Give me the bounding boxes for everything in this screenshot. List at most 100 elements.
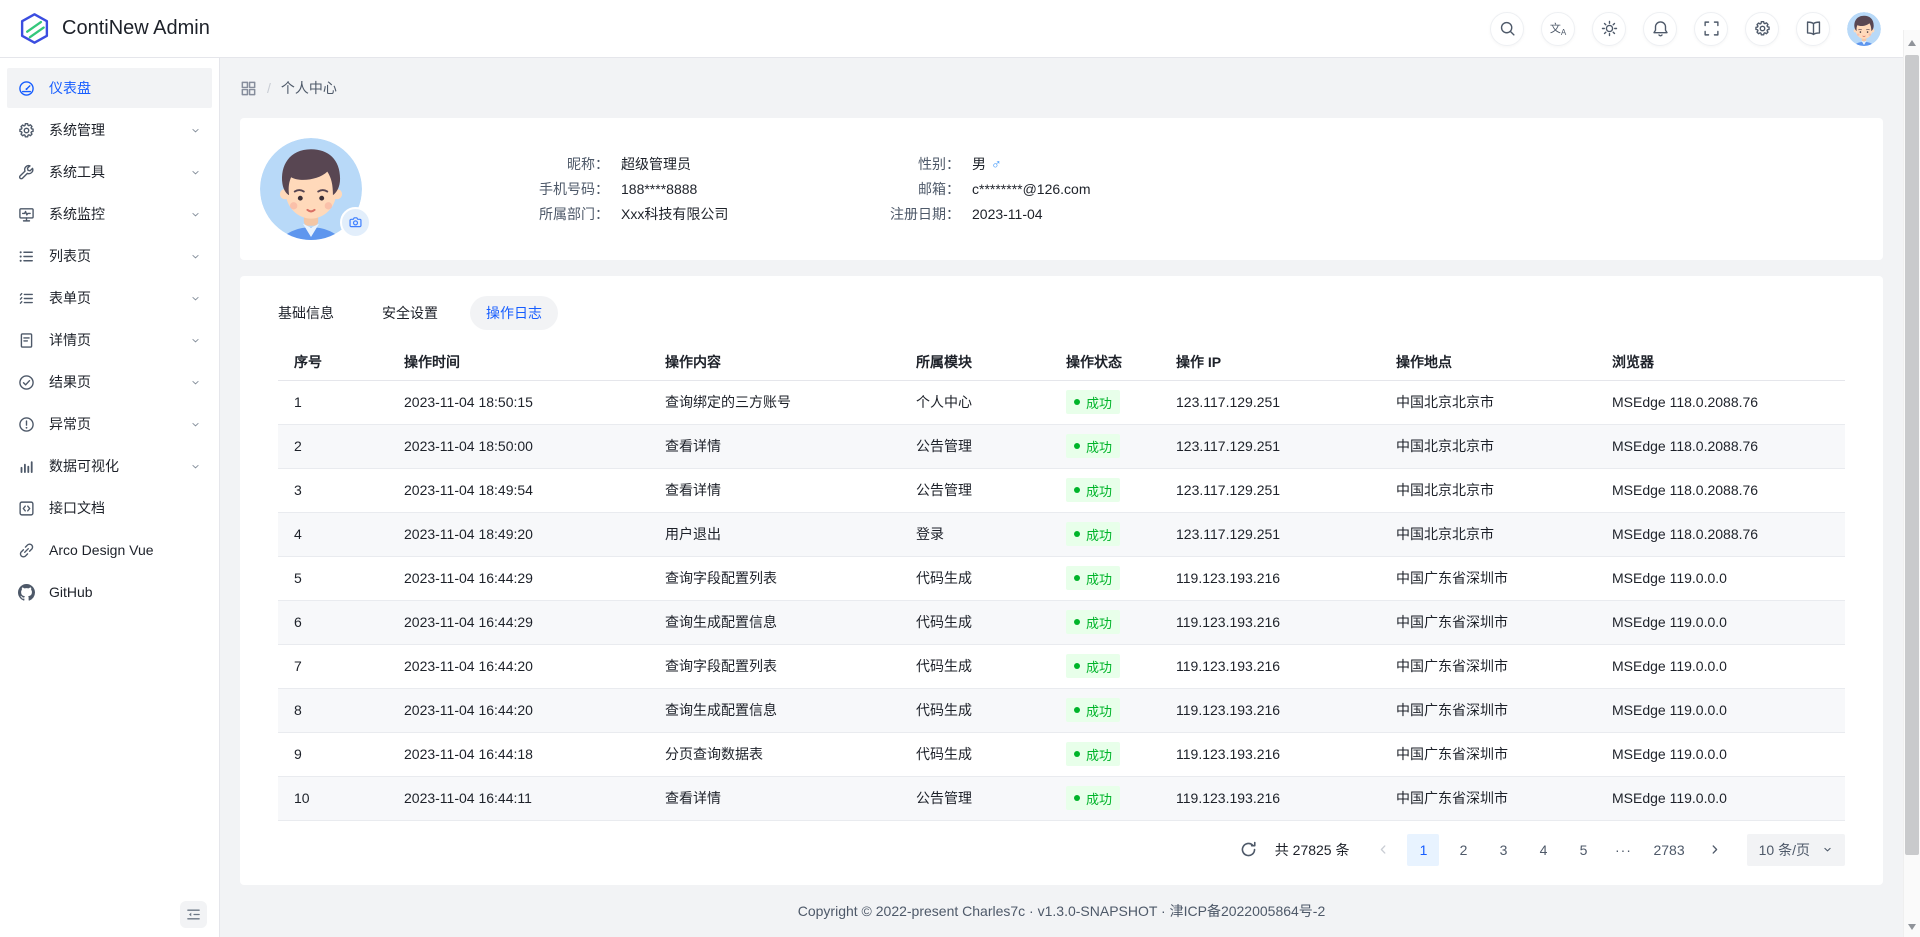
chevron-down-icon bbox=[190, 461, 201, 472]
scrollbar-down-arrow[interactable] bbox=[1904, 918, 1920, 935]
field-value: 2023-11-04 bbox=[972, 204, 1043, 224]
cell-module: 公告管理 bbox=[900, 424, 1050, 468]
change-avatar-button[interactable] bbox=[340, 207, 371, 238]
sidebar-item-5[interactable]: 表单页 bbox=[7, 278, 212, 318]
status-badge: 成功 bbox=[1066, 390, 1120, 414]
page-button-2[interactable]: 2 bbox=[1447, 834, 1479, 866]
page-footer: Copyright © 2022-present Charles7c · v1.… bbox=[240, 885, 1883, 937]
apps-icon[interactable] bbox=[240, 80, 257, 97]
gear-icon bbox=[1754, 20, 1771, 37]
api-doc-icon bbox=[18, 500, 35, 517]
table-header-row: 序号操作时间操作内容所属模块操作状态操作 IP操作地点浏览器 bbox=[278, 344, 1845, 380]
sidebar-item-12[interactable]: GitHub bbox=[7, 572, 212, 612]
page-button-2783[interactable]: 2783 bbox=[1647, 834, 1690, 866]
status-dot-icon bbox=[1074, 443, 1080, 449]
field-value: 超级管理员 bbox=[621, 154, 691, 174]
sidebar-collapse-button[interactable] bbox=[180, 901, 207, 928]
cell-time: 2023-11-04 18:50:00 bbox=[388, 424, 649, 468]
profile-tabs: 基础信息安全设置操作日志 bbox=[262, 296, 1845, 330]
pagination: 共 27825 条 12345···2783 10 条/页 bbox=[278, 834, 1845, 866]
field-value: 188****8888 bbox=[621, 179, 697, 199]
search-button[interactable] bbox=[1490, 12, 1524, 46]
tab-2[interactable]: 操作日志 bbox=[470, 296, 558, 330]
sidebar-item-4[interactable]: 列表页 bbox=[7, 236, 212, 276]
scrollbar-up-arrow[interactable] bbox=[1904, 34, 1920, 51]
status-dot-icon bbox=[1074, 707, 1080, 713]
cell-time: 2023-11-04 18:49:20 bbox=[388, 512, 649, 556]
tab-1[interactable]: 安全设置 bbox=[366, 296, 454, 330]
cell-ip: 119.123.193.216 bbox=[1160, 644, 1380, 688]
cell-browser: MSEdge 119.0.0.0 bbox=[1596, 688, 1845, 732]
cell-ip: 123.117.129.251 bbox=[1160, 424, 1380, 468]
cell-status: 成功 bbox=[1050, 688, 1160, 732]
prev-page-button[interactable] bbox=[1367, 834, 1399, 866]
copyright-text: Copyright © 2022-present Charles7c · v1.… bbox=[798, 901, 1326, 921]
link-icon bbox=[18, 542, 35, 559]
sidebar-item-11[interactable]: Arco Design Vue bbox=[7, 530, 212, 570]
scrollbar-track[interactable] bbox=[1903, 30, 1920, 937]
docs-button[interactable] bbox=[1796, 12, 1830, 46]
next-page-button[interactable] bbox=[1699, 834, 1731, 866]
page-size-select[interactable]: 10 条/页 bbox=[1747, 834, 1845, 866]
locale-button[interactable]: 文A bbox=[1541, 12, 1575, 46]
sidebar-item-8[interactable]: 异常页 bbox=[7, 404, 212, 444]
profile-field: 性别：男♂ bbox=[820, 154, 1091, 174]
cell-location: 中国广东省深圳市 bbox=[1380, 644, 1596, 688]
chevron-down-icon bbox=[190, 293, 201, 304]
sidebar-item-2[interactable]: 系统工具 bbox=[7, 152, 212, 192]
page-button-4[interactable]: 4 bbox=[1527, 834, 1559, 866]
window-scrollbar[interactable] bbox=[1903, 0, 1920, 937]
sidebar-item-6[interactable]: 详情页 bbox=[7, 320, 212, 360]
sidebar-item-0[interactable]: 仪表盘 bbox=[7, 68, 212, 108]
cell-module: 代码生成 bbox=[900, 732, 1050, 776]
cell-index: 5 bbox=[278, 556, 388, 600]
user-avatar[interactable] bbox=[1847, 12, 1881, 46]
column-header: 操作状态 bbox=[1050, 344, 1160, 380]
tab-0[interactable]: 基础信息 bbox=[262, 296, 350, 330]
status-dot-icon bbox=[1074, 619, 1080, 625]
field-label: 注册日期： bbox=[820, 204, 960, 224]
search-icon bbox=[1499, 20, 1516, 37]
fullscreen-button[interactable] bbox=[1694, 12, 1728, 46]
sidebar-item-label: 系统监控 bbox=[49, 204, 190, 224]
refresh-button[interactable] bbox=[1233, 834, 1265, 866]
sidebar-item-3[interactable]: 系统监控 bbox=[7, 194, 212, 234]
status-badge: 成功 bbox=[1066, 698, 1120, 722]
cell-content: 查询字段配置列表 bbox=[649, 556, 900, 600]
sidebar-item-9[interactable]: 数据可视化 bbox=[7, 446, 212, 486]
sidebar-item-10[interactable]: 接口文档 bbox=[7, 488, 212, 528]
sidebar-item-label: Arco Design Vue bbox=[49, 542, 201, 558]
cell-ip: 119.123.193.216 bbox=[1160, 556, 1380, 600]
page-button-5[interactable]: 5 bbox=[1567, 834, 1599, 866]
app-logo[interactable]: ContiNew Admin bbox=[18, 12, 210, 45]
exception-icon bbox=[18, 416, 35, 433]
sidebar-item-7[interactable]: 结果页 bbox=[7, 362, 212, 402]
page-button-1[interactable]: 1 bbox=[1407, 834, 1439, 866]
page-button-3[interactable]: 3 bbox=[1487, 834, 1519, 866]
page-ellipsis[interactable]: ··· bbox=[1607, 834, 1639, 866]
sidebar-item-label: 系统工具 bbox=[49, 162, 190, 182]
main-content: / 个人中心 昵称： bbox=[220, 58, 1903, 937]
app-header: ContiNew Admin 文A bbox=[0, 0, 1903, 58]
dashboard-icon bbox=[18, 80, 35, 97]
field-value: Xxx科技有限公司 bbox=[621, 204, 728, 224]
breadcrumb: / 个人中心 bbox=[240, 58, 1883, 118]
breadcrumb-current: 个人中心 bbox=[281, 78, 337, 98]
notifications-button[interactable] bbox=[1643, 12, 1677, 46]
cell-location: 中国广东省深圳市 bbox=[1380, 688, 1596, 732]
profile-avatar bbox=[260, 138, 362, 240]
cell-status: 成功 bbox=[1050, 380, 1160, 424]
cell-index: 2 bbox=[278, 424, 388, 468]
sidebar-item-1[interactable]: 系统管理 bbox=[7, 110, 212, 150]
cell-content: 查询字段配置列表 bbox=[649, 644, 900, 688]
theme-button[interactable] bbox=[1592, 12, 1626, 46]
status-dot-icon bbox=[1074, 531, 1080, 537]
chevron-down-icon bbox=[190, 251, 201, 262]
scrollbar-thumb[interactable] bbox=[1905, 55, 1919, 855]
settings-button[interactable] bbox=[1745, 12, 1779, 46]
cell-status: 成功 bbox=[1050, 468, 1160, 512]
cell-status: 成功 bbox=[1050, 776, 1160, 820]
detail-icon bbox=[18, 332, 35, 349]
cell-time: 2023-11-04 16:44:11 bbox=[388, 776, 649, 820]
status-badge: 成功 bbox=[1066, 742, 1120, 766]
